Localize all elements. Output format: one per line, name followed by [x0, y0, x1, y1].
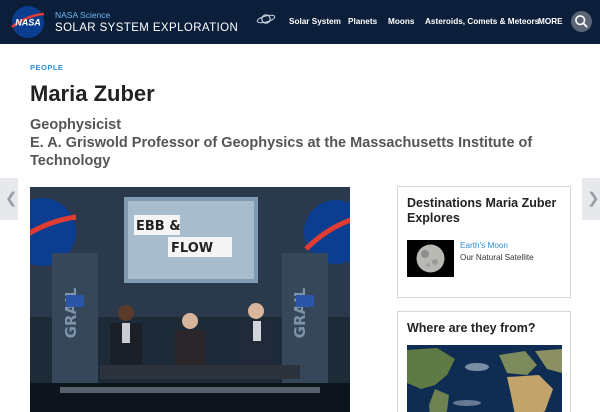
- banner-text-right: GRAIL: [291, 287, 309, 338]
- next-button[interactable]: ❯: [582, 178, 600, 220]
- chevron-right-icon: ❯: [587, 190, 600, 207]
- prev-button[interactable]: ❮: [0, 178, 18, 220]
- planet-icon[interactable]: [256, 12, 276, 26]
- site-header: NASA NASA Science SOLAR SYSTEM EXPLORATI…: [0, 0, 600, 44]
- nav-solar-system[interactable]: Solar System: [289, 17, 341, 26]
- page-title: Maria Zuber: [30, 81, 155, 106]
- destinations-card: Destinations Maria Zuber Explores Earth'…: [397, 186, 571, 298]
- person-position: E. A. Griswold Professor of Geophysics a…: [30, 135, 533, 169]
- origin-map[interactable]: [407, 345, 562, 412]
- origin-title: Where are they from?: [407, 321, 536, 335]
- nav-more[interactable]: MORE: [538, 17, 563, 26]
- search-button[interactable]: [571, 11, 592, 32]
- chevron-left-icon: ❮: [5, 190, 18, 207]
- nasa-logo-text: NASA: [15, 18, 41, 28]
- screen-text-top: EBB &: [136, 219, 181, 234]
- screen-text-bottom: FLOW: [171, 241, 213, 256]
- category-label[interactable]: PEOPLE: [30, 63, 63, 72]
- nav-planets[interactable]: Planets: [348, 17, 377, 26]
- nav-asteroids-comets-meteors[interactable]: Asteroids, Comets & Meteors: [425, 17, 539, 26]
- profile-photo: EBB & FLOW GRAIL GRAIL: [30, 187, 350, 412]
- destination-link[interactable]: Earth's Moon: [460, 241, 508, 250]
- search-icon: [575, 15, 588, 28]
- nasa-logo[interactable]: NASA: [8, 5, 48, 39]
- nav-moons[interactable]: Moons: [388, 17, 414, 26]
- destination-subtitle: Our Natural Satellite: [460, 253, 534, 262]
- moon-thumbnail[interactable]: [407, 240, 454, 277]
- site-subtitle[interactable]: NASA Science: [55, 10, 110, 20]
- person-role: Geophysicist: [30, 117, 122, 133]
- banner-text-left: GRAIL: [62, 287, 80, 338]
- origin-card: Where are they from?: [397, 311, 571, 412]
- destinations-title: Destinations Maria Zuber Explores: [407, 196, 557, 225]
- site-title[interactable]: SOLAR SYSTEM EXPLORATION: [55, 22, 238, 34]
